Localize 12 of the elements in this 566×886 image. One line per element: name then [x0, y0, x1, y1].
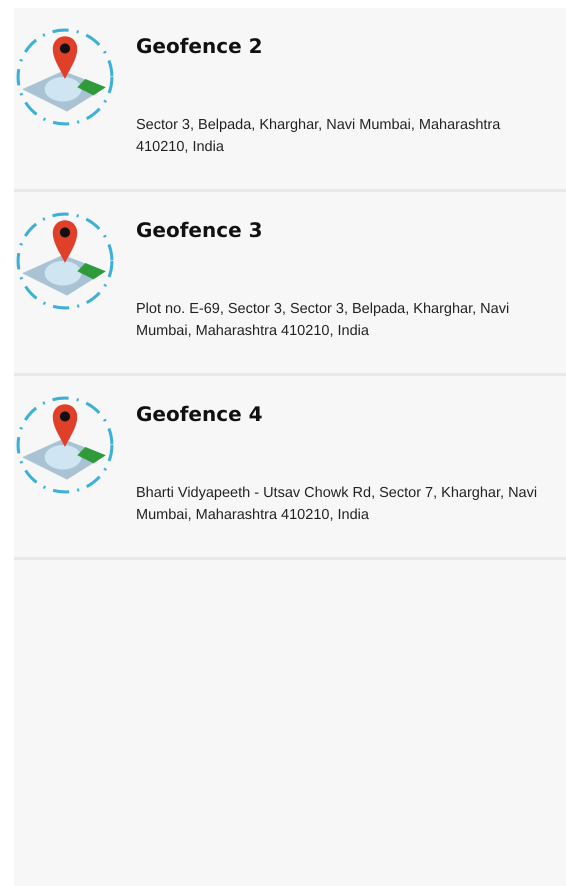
geofence-title: Geofence 4	[136, 402, 264, 426]
geofence-address: Sector 3, Belpada, Kharghar, Navi Mumbai, Maharashtra 410210, India	[136, 116, 502, 157]
map-pin-icon	[14, 210, 116, 312]
geofence-address: Bharti Vidyapeeth - Utsav Chowk Rd, Sector 7, Kharghar, Navi Mumbai, Maharashtra 410210, India	[136, 484, 538, 525]
geofence-address: Plot no. E-69, Sector 3, Sector 3, Belpada, Kharghar, Navi Mumbai, Maharashtra 410210, India	[136, 300, 510, 341]
geofence-item[interactable]: Geofence 4 Bharti Vidyapeeth - Utsav Chowk Rd, Sector 7, Kharghar, Navi Mumbai, Maharashtra 410210, India	[14, 376, 566, 560]
map-pin-icon	[14, 394, 116, 496]
geofence-item[interactable]: Geofence 3 Plot no. E-69, Sector 3, Sector 3, Belpada, Kharghar, Navi Mumbai, Maharashtra 410210, India	[14, 192, 566, 376]
geofence-item[interactable]: Geofence 2 Sector 3, Belpada, Kharghar, Navi Mumbai, Maharashtra 410210, India	[14, 8, 566, 192]
map-pin-icon	[14, 26, 116, 128]
geofence-title: Geofence 3	[136, 218, 264, 242]
geofence-title: Geofence 2	[136, 34, 264, 58]
